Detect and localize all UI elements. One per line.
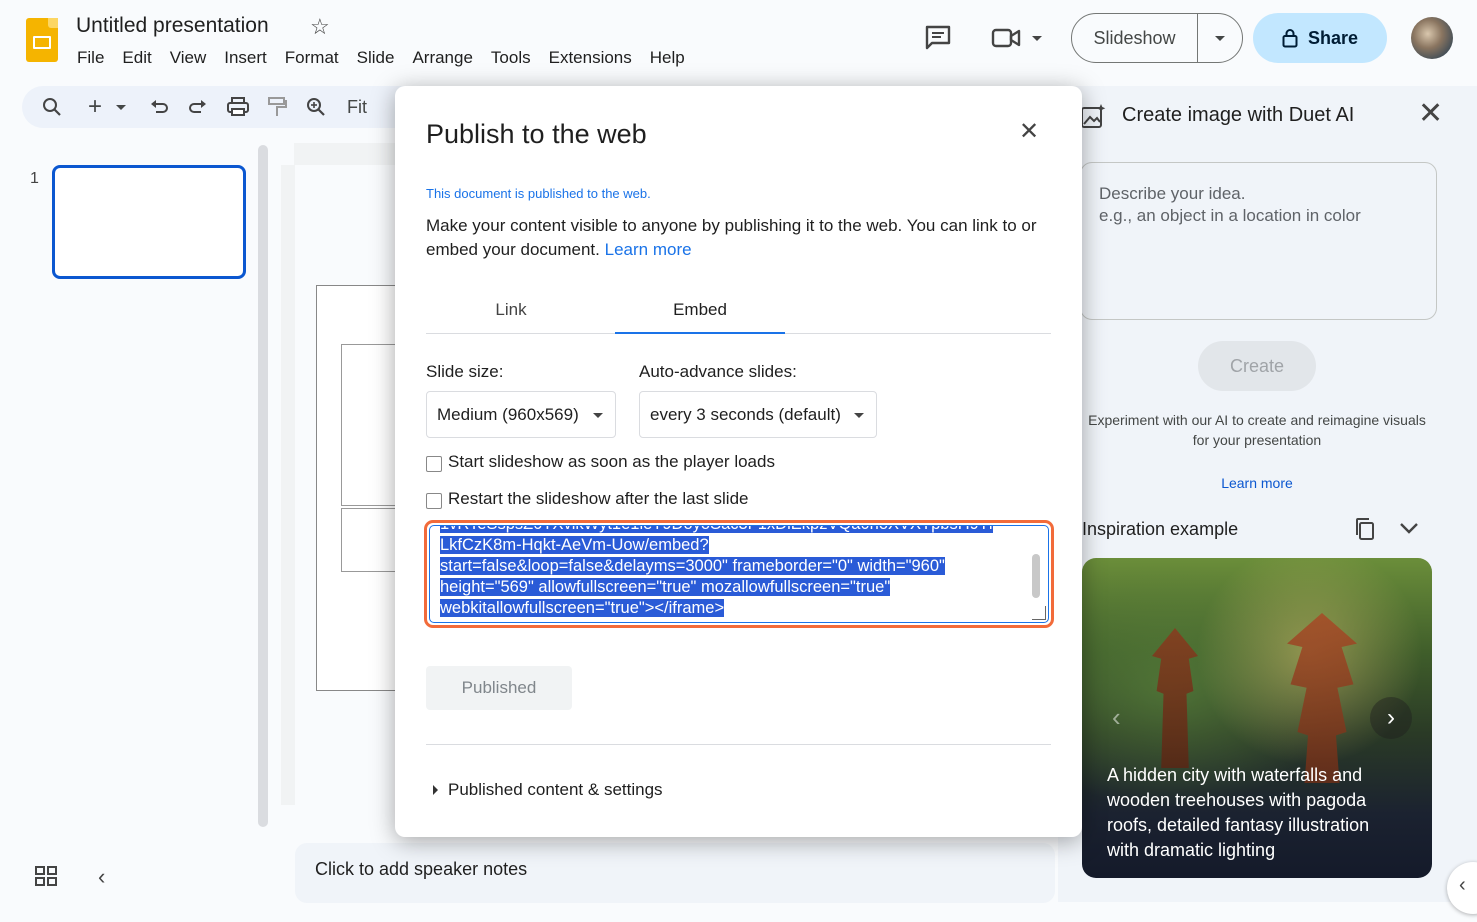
code-line: height="569" allowfullscreen="true" moza… xyxy=(440,578,891,596)
start-slideshow-label[interactable]: Start slideshow as soon as the player lo… xyxy=(448,452,775,472)
divider xyxy=(426,744,1051,745)
publish-status: This document is published to the web. xyxy=(426,186,651,201)
embed-code-textarea[interactable]: 1vRTeSspsZ0TXvlkWyt1e1leT9DoyoSac3F1xDlE… xyxy=(429,525,1049,623)
start-slideshow-row: Start slideshow as soon as the player lo… xyxy=(426,452,775,472)
auto-advance-select[interactable]: every 3 seconds (default) xyxy=(639,391,877,438)
published-settings-toggle[interactable]: Published content & settings xyxy=(433,780,663,800)
slide-size-label: Slide size: xyxy=(426,362,504,381)
chevron-down-icon xyxy=(593,413,603,418)
textarea-scrollbar[interactable] xyxy=(1032,554,1040,598)
slide-size-value: Medium (960x569) xyxy=(437,404,579,424)
chevron-down-icon xyxy=(854,413,864,418)
auto-advance-label: Auto-advance slides: xyxy=(639,362,797,381)
tab-link[interactable]: Link xyxy=(426,300,596,334)
learn-more-link[interactable]: Learn more xyxy=(605,240,692,259)
dialog-title: Publish to the web xyxy=(426,119,647,149)
dialog-description: Make your content visible to anyone by p… xyxy=(426,214,1051,262)
code-line: webkitallowfullscreen="true"></iframe> xyxy=(440,599,725,617)
auto-advance-value: every 3 seconds (default) xyxy=(650,404,841,424)
restart-slideshow-checkbox[interactable] xyxy=(426,492,442,509)
code-line: LkfCzK8m-Hqkt-AeVm-Uow/embed? xyxy=(440,536,709,554)
code-line: start=false&loop=false&delayms=3000" fra… xyxy=(440,557,945,575)
slide-size-select[interactable]: Medium (960x569) xyxy=(426,391,616,438)
publish-dialog: Publish to the web ✕ This document is pu… xyxy=(395,86,1082,837)
close-icon[interactable]: ✕ xyxy=(1019,120,1039,144)
restart-slideshow-row: Restart the slideshow after the last sli… xyxy=(426,489,748,509)
expand-arrow-icon xyxy=(433,785,438,795)
published-settings-label: Published content & settings xyxy=(448,780,663,799)
embed-code-focus-ring: 1vRTeSspsZ0TXvlkWyt1e1leT9DoyoSac3F1xDlE… xyxy=(424,520,1054,628)
restart-slideshow-label[interactable]: Restart the slideshow after the last sli… xyxy=(448,489,748,509)
tab-embed[interactable]: Embed xyxy=(615,300,785,334)
description-text: Make your content visible to anyone by p… xyxy=(426,216,1037,259)
published-button[interactable]: Published xyxy=(426,666,572,710)
tab-bar: Link Embed xyxy=(426,300,1051,334)
code-line: 1vRTeSspsZ0TXvlkWyt1e1leT9DoyoSac3F1xDlE… xyxy=(440,526,1024,535)
start-slideshow-checkbox[interactable] xyxy=(426,455,442,472)
resize-handle-icon[interactable] xyxy=(1032,606,1046,620)
